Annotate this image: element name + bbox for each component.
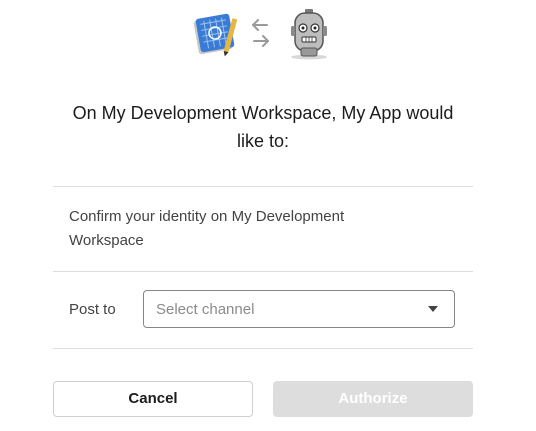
app-blueprint-icon — [193, 13, 238, 57]
post-to-label: Post to — [69, 301, 116, 318]
cancel-button[interactable]: Cancel — [53, 381, 253, 417]
authorize-button[interactable]: Authorize — [273, 381, 473, 417]
permission-identity: Confirm your identity on My Development … — [69, 208, 345, 249]
exchange-arrows-icon — [252, 19, 269, 47]
app-exchange-header — [0, 8, 536, 60]
authorization-title: On My Development Workspace, My App woul… — [72, 103, 454, 151]
channel-select-placeholder: Select channel — [156, 301, 255, 318]
divider-top — [53, 186, 473, 187]
robot-icon — [291, 9, 327, 60]
divider-bottom — [53, 348, 473, 349]
divider-middle — [53, 271, 473, 272]
channel-select[interactable]: Select channel — [143, 290, 455, 328]
caret-down-icon — [428, 306, 438, 312]
